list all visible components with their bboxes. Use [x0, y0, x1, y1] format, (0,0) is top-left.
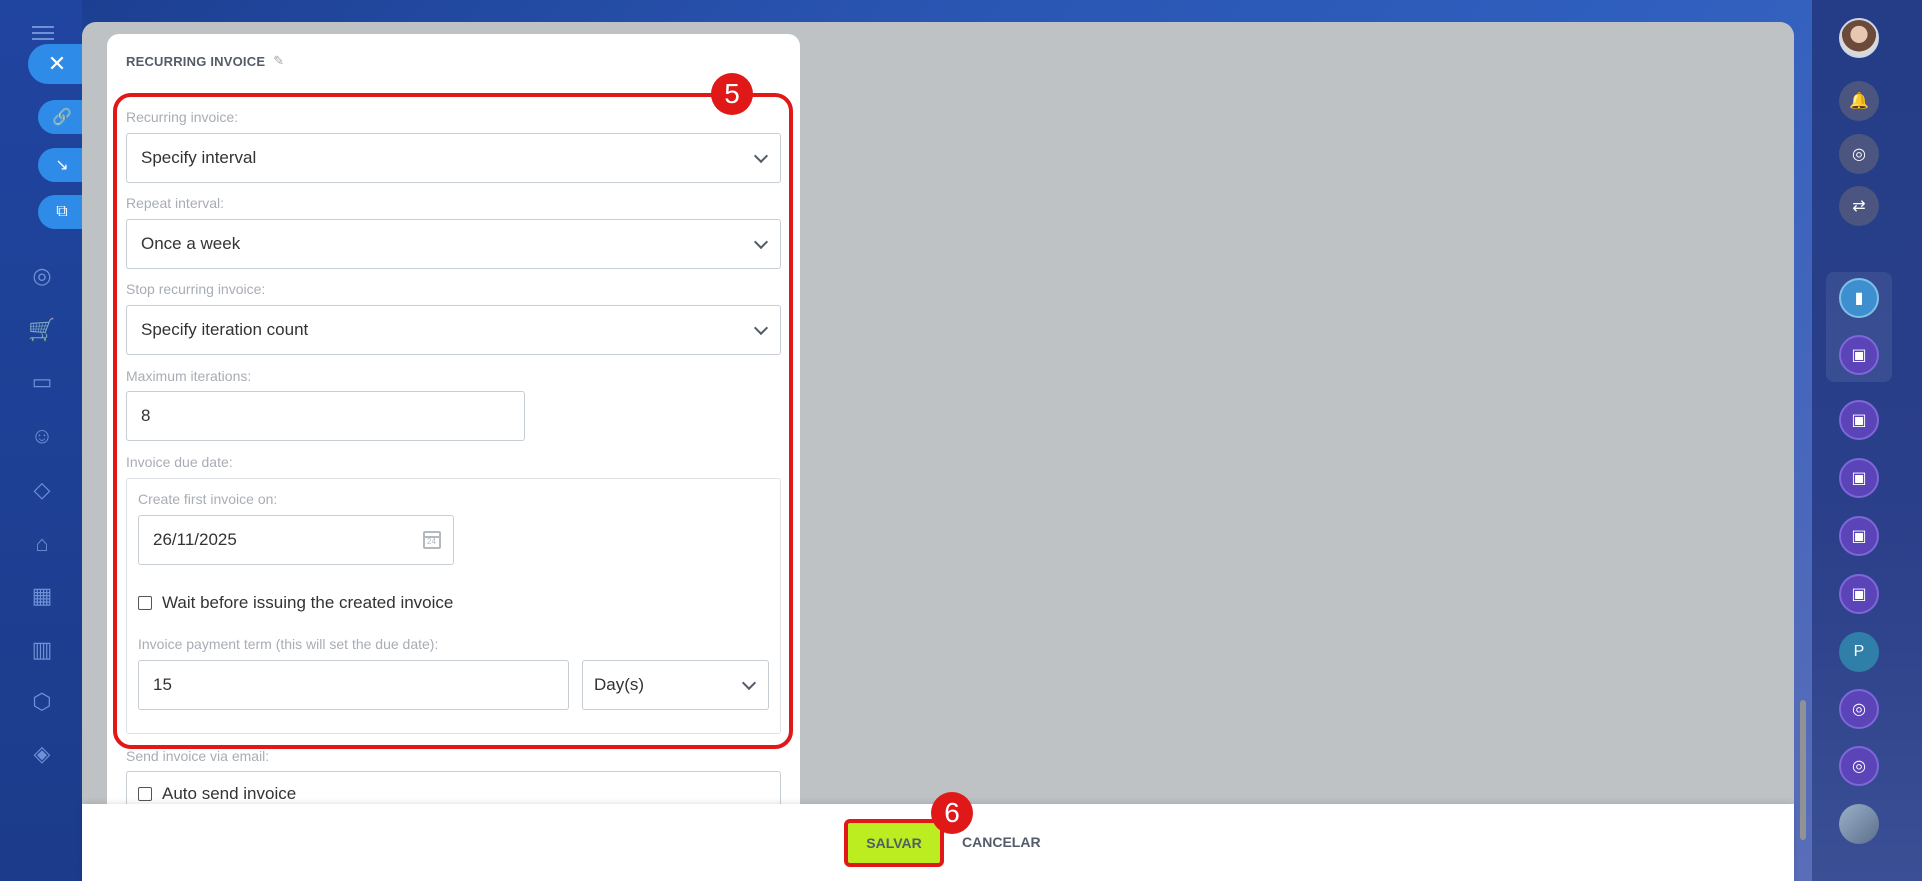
auto-send-checkbox[interactable] — [138, 787, 152, 801]
copy-link-button[interactable]: 🔗 — [38, 100, 86, 134]
contact-button-1[interactable]: ▣ — [1839, 335, 1879, 375]
card-title: RECURRING INVOICE ✎ — [126, 53, 284, 69]
copilot-chat-1[interactable]: ◎ — [1839, 689, 1879, 729]
minimize-button[interactable]: ↘ — [38, 148, 86, 182]
user-p-initial: P — [1853, 643, 1865, 660]
cancel-button[interactable]: CANCELAR — [962, 834, 1041, 850]
card-title-text: RECURRING INVOICE — [126, 53, 266, 69]
save-button[interactable]: SALVAR — [844, 819, 944, 867]
contact-icon: ▣ — [1851, 586, 1867, 603]
chat-icon: ⇄ — [1852, 198, 1866, 215]
spiral-icon: ◎ — [1852, 701, 1866, 718]
contact-card-icon[interactable]: ▭ — [24, 364, 60, 400]
arrow-down-right-icon: ↘ — [55, 157, 69, 174]
menu-icon[interactable] — [32, 26, 54, 40]
pencil-icon[interactable]: ✎ — [273, 53, 284, 69]
bookmark-button[interactable]: ▮ — [1839, 278, 1879, 318]
contact-button-5[interactable]: ▣ — [1839, 574, 1879, 614]
user-photo-avatar[interactable] — [1839, 804, 1879, 844]
copilot-chat-2[interactable]: ◎ — [1839, 746, 1879, 786]
cart-icon[interactable]: 🛒 — [24, 312, 60, 348]
target-icon[interactable]: ◎ — [24, 258, 60, 294]
user-avatar[interactable] — [1839, 18, 1879, 58]
calendar-icon[interactable]: ▦ — [24, 578, 60, 614]
contact-button-2[interactable]: ▣ — [1839, 400, 1879, 440]
step-badge-6: 6 — [931, 792, 973, 834]
copilot-button[interactable]: ◎ — [1839, 134, 1879, 174]
box-icon[interactable]: ◇ — [24, 472, 60, 508]
contact-icon: ▣ — [1851, 470, 1867, 487]
scrollbar[interactable] — [1800, 700, 1806, 840]
chat-button[interactable]: ⇄ — [1839, 186, 1879, 226]
close-slider-button[interactable]: ✕ — [28, 44, 86, 84]
external-link-icon: ⧉ — [56, 203, 68, 220]
user-p-avatar[interactable]: P — [1839, 632, 1879, 672]
contact-icon: ▣ — [1851, 347, 1867, 364]
contact-icon: ▣ — [1851, 528, 1867, 545]
highlight-frame-5 — [113, 93, 793, 749]
close-icon: ✕ — [47, 51, 67, 76]
step-badge-5: 5 — [711, 73, 753, 115]
contact-button-3[interactable]: ▣ — [1839, 458, 1879, 498]
auto-send-label: Auto send invoice — [162, 784, 297, 803]
link-icon: 🔗 — [52, 109, 72, 126]
analytics-icon[interactable]: ▥ — [24, 632, 60, 668]
settings-icon[interactable]: ⬡ — [24, 684, 60, 720]
contact-icon: ▣ — [1851, 412, 1867, 429]
spiral-icon: ◎ — [1852, 146, 1866, 163]
spiral-icon: ◎ — [1852, 758, 1866, 775]
contact-button-4[interactable]: ▣ — [1839, 516, 1879, 556]
bookmark-icon: ▮ — [1854, 290, 1864, 307]
open-new-window-button[interactable]: ⧉ — [38, 195, 86, 229]
warehouse-icon[interactable]: ⌂ — [24, 526, 60, 562]
robot-icon[interactable]: ☺ — [24, 418, 60, 454]
notifications-button[interactable]: 🔔 — [1839, 81, 1879, 121]
auto-send-row: Auto send invoice — [138, 784, 296, 804]
bell-icon: 🔔 — [1849, 93, 1869, 110]
shield-icon[interactable]: ◈ — [24, 736, 60, 772]
send-invoice-email-label: Send invoice via email: — [126, 748, 270, 764]
